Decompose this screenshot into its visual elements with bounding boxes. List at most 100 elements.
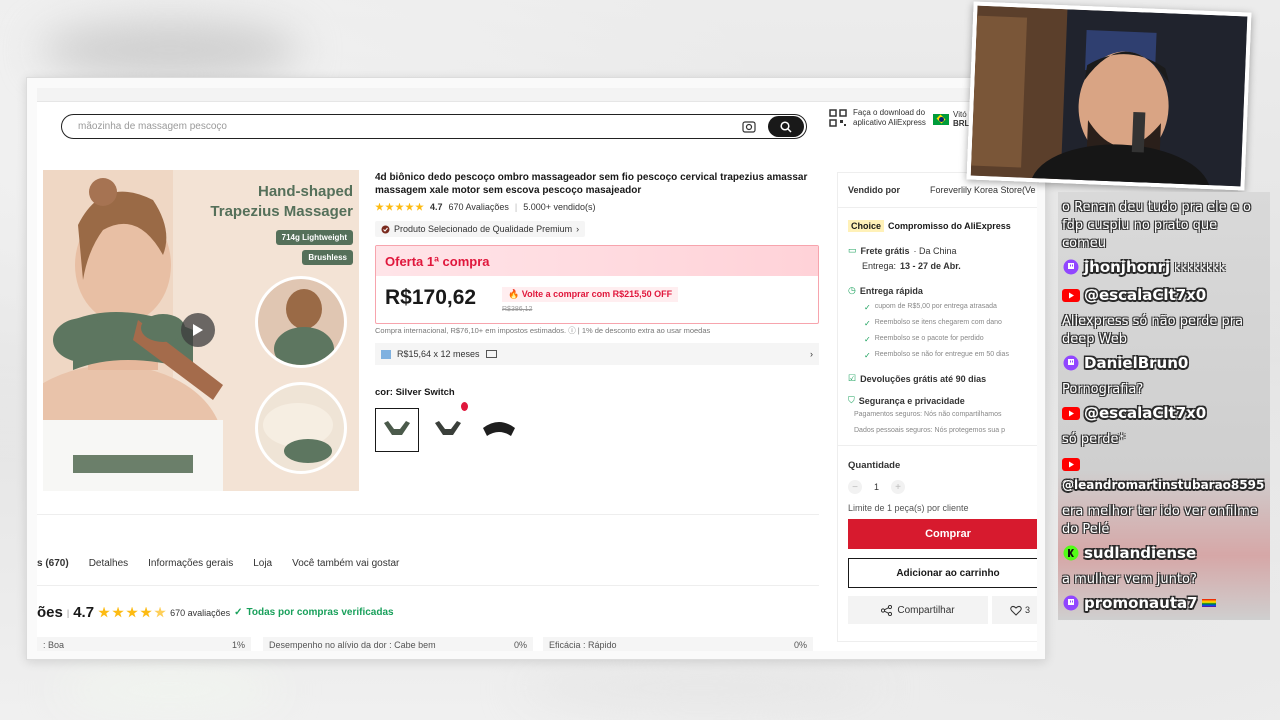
chat-text: Aliexpress só não perde pra deep Web [1062, 314, 1244, 347]
coupon-tag[interactable]: 🔥 Volte a comprar com R$215,50 OFF [502, 287, 679, 302]
chevron-right-icon: › [810, 349, 813, 359]
tab-general-info[interactable]: Informações gerais [148, 558, 233, 569]
reviews-summary: ões | 4.7 670 avaliações ✓ Todas por com… [37, 604, 394, 621]
review-count[interactable]: 670 Avaliações [449, 202, 509, 212]
chat-message-body: Aliexpress só não perde pra deep Web [1062, 312, 1262, 348]
increase-button[interactable]: + [891, 480, 906, 494]
choice-badge: Choice [848, 220, 885, 232]
stream-chat: o Renan deu tudo pra ele e o fdp cuspiu … [1058, 192, 1270, 620]
decrease-button[interactable]: − [848, 480, 862, 494]
image-title-line1: Hand-shaped [257, 183, 353, 200]
color-option-3[interactable] [477, 408, 521, 452]
color-label: cor: Silver Switch [375, 387, 455, 398]
chat-message: sudlandiense [1062, 544, 1196, 562]
chat-message: @escalaClt7x0 [1062, 404, 1206, 422]
image-badge-motor: Brushless [302, 250, 353, 265]
twitch-icon [1062, 259, 1080, 275]
chat-username: jhonjhonrj [1084, 258, 1171, 276]
app-download[interactable]: Faça o download do aplicativo AliExpress [829, 108, 927, 128]
premium-quality-badge[interactable]: Produto Selecionado de Qualidade Premium… [375, 221, 586, 237]
quality-icon [381, 225, 390, 233]
browser-capture: Faça o download do aplicativo AliExpress… [26, 77, 1046, 660]
free-shipping: ▭ Frete grátis · Da China [848, 245, 957, 256]
reviews-count: 670 avaliações [170, 607, 231, 618]
chat-text: kkkkkkkk [1174, 260, 1226, 274]
purchase-panel: Vendido por Foreverlily Korea Store(Ve C… [837, 172, 1037, 642]
chat-message-body: Pornografia? [1062, 380, 1262, 398]
image-badge-weight: 714g Lightweight [275, 230, 353, 245]
product-title: 4d biônico dedo pescoço ombro massageado… [375, 172, 808, 196]
purchase-limit: Limite de 1 peça(s) por cliente [848, 503, 969, 513]
color-option-silver-switch[interactable] [375, 408, 419, 452]
share-button[interactable]: Compartilhar [848, 596, 988, 624]
webcam-illustration [970, 5, 1252, 191]
search-input[interactable] [62, 121, 736, 132]
hot-icon [461, 402, 468, 411]
divider [37, 585, 819, 586]
search-bar [61, 114, 807, 139]
price: R$170,62 [385, 286, 477, 309]
review-bar: : Boa 1% [37, 637, 251, 651]
region-selector[interactable]: Vitó BRL [933, 110, 969, 128]
verified-check-icon: ✓ [234, 607, 243, 618]
fire-icon: 🔥 [508, 289, 520, 299]
tab-recommended[interactable]: Você também vai gostar [292, 558, 399, 569]
image-title-line2: Trapezius Massager [210, 203, 353, 220]
detail-image-hand [255, 382, 347, 474]
chat-message: promonauta7 [1062, 594, 1216, 612]
quantity-value[interactable]: 1 [874, 482, 879, 492]
rating-row: 4.7 670 Avaliações | 5.000+ vendido(s) [375, 202, 596, 212]
color-option-2[interactable] [426, 402, 470, 452]
security-item: Dados pessoais seguros: Nós protegemos s… [854, 427, 1005, 434]
chat-text: Pornografia? [1062, 382, 1144, 397]
add-to-cart-button[interactable]: Adicionar ao carrinho [848, 558, 1037, 588]
divider [37, 514, 819, 515]
shield-icon: ⛉ [848, 395, 855, 405]
reviews-stars [98, 606, 166, 619]
installment-icon [381, 349, 391, 359]
sold-by-row: Vendido por Foreverlily Korea Store(Ve [848, 185, 1036, 195]
tab-store[interactable]: Loja [253, 558, 272, 569]
search-button[interactable] [768, 116, 804, 137]
wishlist-button[interactable]: 3 [992, 596, 1037, 624]
search-icon [780, 120, 792, 133]
quantity-label: Quantidade [848, 460, 901, 471]
tab-reviews[interactable]: s (670) [37, 558, 69, 569]
installment-text: R$15,64 x 12 meses [397, 349, 480, 359]
tab-details[interactable]: Detalhes [89, 558, 128, 569]
clock-icon: ◷ [848, 285, 856, 295]
streamer-webcam [966, 1, 1252, 191]
old-price: R$386,12 [502, 306, 533, 313]
chat-username: promonauta7 [1084, 594, 1198, 612]
chat-message: jhonjhonrj kkkkkkkk [1062, 258, 1225, 276]
security: ⛉ Segurança e privacidade [848, 395, 965, 406]
chat-message [1062, 456, 1080, 472]
chat-username: @leandromartinstubarao8595 [1062, 478, 1265, 492]
store-name[interactable]: Foreverlily Korea Store(Ve [930, 185, 1036, 195]
chevron-right-icon: › [576, 224, 580, 234]
chat-message: @leandromartinstubarao8595 [1062, 478, 1264, 492]
premium-text: Produto Selecionado de Qualidade Premium [394, 224, 573, 234]
buy-button[interactable]: Comprar [848, 519, 1037, 549]
aliexpress-page: Faça o download do aplicativo AliExpress… [37, 88, 1037, 651]
rating-stars [375, 202, 424, 212]
truck-icon: ▭ [848, 245, 857, 255]
chat-username: @escalaClt7x0 [1084, 404, 1207, 422]
product-main-image[interactable]: Hand-shaped Trapezius Massager 714g Ligh… [43, 170, 359, 491]
installments-row[interactable]: R$15,64 x 12 meses › [375, 343, 819, 365]
card-icon [485, 350, 497, 358]
reviews-heading: ões [37, 604, 63, 621]
fast-item: ✓ cupom de R$5,00 por entrega atrasada [864, 303, 997, 312]
review-bar: Desempenho no alívio da dor : Cabe bem 0% [263, 637, 533, 651]
chat-message-body: a mulher vem junto? [1062, 570, 1262, 588]
browser-top-strip [37, 88, 1037, 102]
app-download-text: Faça o download do aplicativo AliExpress [853, 108, 926, 127]
brazil-flag-icon [933, 113, 949, 125]
twitch-icon [1062, 355, 1080, 371]
first-purchase-offer: Oferta 1ª compra R$170,62 🔥 Volte a comp… [375, 245, 819, 324]
tax-note: Compra internacional, R$76,10+ em impost… [375, 326, 711, 335]
sold-by-label: Vendido por [848, 185, 901, 195]
image-search-icon[interactable] [736, 116, 762, 138]
chat-username: sudlandiense [1084, 544, 1197, 562]
play-video-button[interactable] [181, 313, 215, 347]
